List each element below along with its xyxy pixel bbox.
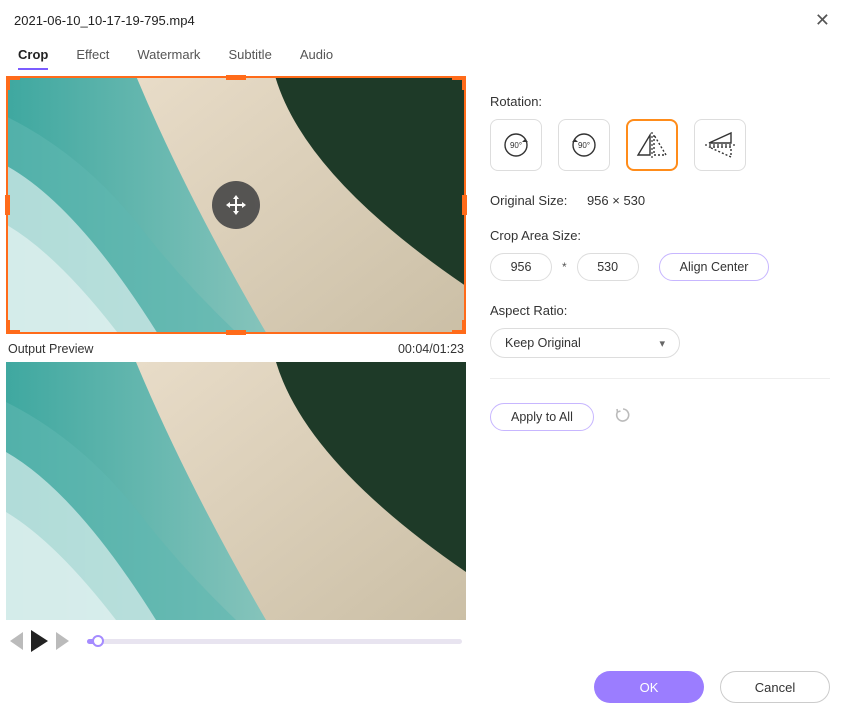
timecode: 00:04/01:23 bbox=[398, 342, 464, 356]
svg-text:90°: 90° bbox=[510, 141, 522, 150]
rotate-ccw-90-button[interactable]: 90° bbox=[558, 119, 610, 171]
align-center-button[interactable]: Align Center bbox=[659, 253, 770, 281]
crop-viewport[interactable] bbox=[6, 76, 466, 334]
next-frame-button[interactable] bbox=[56, 632, 69, 650]
seek-slider[interactable] bbox=[87, 639, 462, 644]
output-preview-label: Output Preview bbox=[8, 342, 93, 356]
window-title: 2021-06-10_10-17-19-795.mp4 bbox=[14, 13, 809, 28]
crop-area-label: Crop Area Size: bbox=[490, 228, 830, 243]
tab-bar: Crop Effect Watermark Subtitle Audio bbox=[0, 37, 850, 70]
crop-handle-right[interactable] bbox=[462, 195, 467, 215]
flip-vertical-button[interactable] bbox=[694, 119, 746, 171]
tab-crop[interactable]: Crop bbox=[18, 47, 48, 70]
flip-horizontal-button[interactable] bbox=[626, 119, 678, 171]
crop-height-input[interactable] bbox=[577, 253, 639, 281]
rotate-cw-90-button[interactable]: 90° bbox=[490, 119, 542, 171]
tab-subtitle[interactable]: Subtitle bbox=[228, 47, 271, 70]
output-preview-frame bbox=[6, 362, 466, 620]
aspect-ratio-label: Aspect Ratio: bbox=[490, 303, 830, 318]
prev-frame-button[interactable] bbox=[10, 632, 23, 650]
crop-handle-left[interactable] bbox=[5, 195, 10, 215]
rotation-label: Rotation: bbox=[490, 94, 830, 109]
chevron-down-icon: ▾ bbox=[659, 337, 665, 350]
tab-effect[interactable]: Effect bbox=[76, 47, 109, 70]
seek-thumb[interactable] bbox=[92, 635, 104, 647]
original-size-label: Original Size: bbox=[490, 193, 567, 208]
reset-icon[interactable] bbox=[614, 406, 632, 429]
play-button[interactable] bbox=[31, 630, 48, 652]
apply-to-all-button[interactable]: Apply to All bbox=[490, 403, 594, 431]
aspect-ratio-value: Keep Original bbox=[505, 336, 581, 350]
crop-handle-top[interactable] bbox=[226, 75, 246, 80]
move-icon[interactable] bbox=[212, 181, 260, 229]
tab-watermark[interactable]: Watermark bbox=[137, 47, 200, 70]
aspect-ratio-select[interactable]: Keep Original ▾ bbox=[490, 328, 680, 358]
crop-width-input[interactable] bbox=[490, 253, 552, 281]
svg-text:90°: 90° bbox=[578, 141, 590, 150]
cancel-button[interactable]: Cancel bbox=[720, 671, 830, 703]
original-size-value: 956 × 530 bbox=[587, 193, 645, 208]
tab-audio[interactable]: Audio bbox=[300, 47, 333, 70]
ok-button[interactable]: OK bbox=[594, 671, 704, 703]
divider bbox=[490, 378, 830, 379]
multiply-icon: * bbox=[562, 260, 567, 274]
crop-handle-bottom[interactable] bbox=[226, 330, 246, 335]
close-icon[interactable]: ✕ bbox=[809, 8, 836, 33]
